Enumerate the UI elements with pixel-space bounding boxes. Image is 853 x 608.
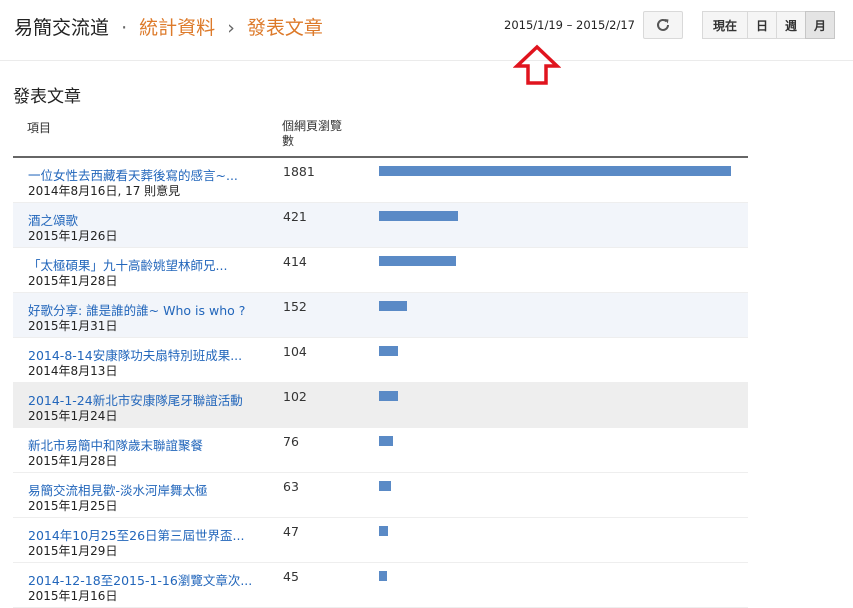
period-now-button[interactable]: 現在 xyxy=(702,11,748,39)
refresh-icon xyxy=(657,18,669,31)
table-row: 一位女性去西藏看天葬後寫的感言~... 2014年8月16日, 17 則意見 188… xyxy=(13,158,748,203)
post-date: 2015年1月28日 xyxy=(28,274,118,288)
table-row: 酒之頌歌 2015年1月26日 421 xyxy=(13,203,748,248)
post-date: 2015年1月26日 xyxy=(28,229,118,243)
table-row: 「太極碩果」九十高齡姚望林師兄... 2015年1月28日 414 xyxy=(13,248,748,293)
section-title: 發表文章 xyxy=(13,87,81,107)
pageview-count: 102 xyxy=(283,389,307,404)
pageview-count: 152 xyxy=(283,299,307,314)
date-range: 2015/1/19 – 2015/2/17 xyxy=(504,18,635,32)
refresh-button[interactable] xyxy=(643,11,683,39)
post-date: 2015年1月16日 xyxy=(28,589,118,603)
table-row: 2014-12-18至2015-1-16瀏覽文章次... 2015年1月16日 45 xyxy=(13,563,748,608)
pageview-bar xyxy=(379,571,387,581)
table-row: 2014年10月25至26日第三屆世界盃... 2015年1月29日 47 xyxy=(13,518,748,563)
header: 易簡交流道 · 統計資料 › 發表文章 2015/1/19 – 2015/2/1… xyxy=(0,0,853,61)
pageview-bar xyxy=(379,346,398,356)
pageview-count: 421 xyxy=(283,209,307,224)
breadcrumb-separator: › xyxy=(227,17,235,39)
post-date: 2015年1月28日 xyxy=(28,454,118,468)
post-date: 2014年8月16日, 17 則意見 xyxy=(28,184,181,198)
post-date: 2015年1月24日 xyxy=(28,409,118,423)
column-header-views-line1: 個網頁瀏覽 xyxy=(282,119,343,133)
table-header: 項目 個網頁瀏覽 數 xyxy=(13,113,748,158)
breadcrumb-blog[interactable]: 易簡交流道 xyxy=(14,17,109,39)
pageview-count: 76 xyxy=(283,434,299,449)
pageview-bar xyxy=(379,211,458,221)
table-body: 一位女性去西藏看天葬後寫的感言~... 2014年8月16日, 17 則意見 188… xyxy=(13,158,748,608)
period-week-button[interactable]: 週 xyxy=(776,11,806,39)
pageview-bar xyxy=(379,166,731,176)
pageview-count: 414 xyxy=(283,254,307,269)
post-date: 2014年8月13日 xyxy=(28,364,118,378)
post-date: 2015年1月29日 xyxy=(28,544,118,558)
pageview-bar xyxy=(379,301,407,311)
posts-table: 項目 個網頁瀏覽 數 一位女性去西藏看天葬後寫的感言~... 2014年8月16日… xyxy=(13,113,748,608)
pageview-bar xyxy=(379,256,456,266)
column-header-views-line2: 數 xyxy=(282,134,295,148)
period-day-button[interactable]: 日 xyxy=(747,11,777,39)
table-row: 2014-1-24新北市安康隊尾牙聯誼活動 2015年1月24日 102 xyxy=(13,383,748,428)
table-row: 新北市易簡中和隊歲末聯誼聚餐 2015年1月28日 76 xyxy=(13,428,748,473)
red-up-arrow-icon xyxy=(513,44,561,85)
period-month-button[interactable]: 月 xyxy=(805,11,835,39)
table-row: 好歌分享: 誰是誰的誰~ Who is who ? 2015年1月31日 152 xyxy=(13,293,748,338)
breadcrumb-current: 發表文章 xyxy=(246,17,323,39)
breadcrumb-separator: · xyxy=(121,17,128,39)
pageview-count: 47 xyxy=(283,524,299,539)
pageview-count: 45 xyxy=(283,569,299,584)
post-date: 2015年1月31日 xyxy=(28,319,118,333)
column-header-item: 項目 xyxy=(27,121,52,135)
post-date: 2015年1月25日 xyxy=(28,499,118,513)
pageview-bar xyxy=(379,481,391,491)
column-header-views: 個網頁瀏覽 數 xyxy=(282,119,362,149)
pageview-bar xyxy=(379,436,393,446)
period-selector: 現在 日 週 月 xyxy=(702,11,835,39)
pageview-count: 104 xyxy=(283,344,307,359)
table-row: 2014-8-14安康隊功夫扇特別班成果... 2014年8月13日 104 xyxy=(13,338,748,383)
pageview-bar xyxy=(379,391,398,401)
breadcrumb-stats[interactable]: 統計資料 xyxy=(139,17,215,39)
pageview-count: 1881 xyxy=(283,164,315,179)
breadcrumb: 易簡交流道 · 統計資料 › 發表文章 xyxy=(14,13,323,40)
pageview-count: 63 xyxy=(283,479,299,494)
table-row: 易簡交流相見歡-淡水河岸舞太極 2015年1月25日 63 xyxy=(13,473,748,518)
pageview-bar xyxy=(379,526,388,536)
